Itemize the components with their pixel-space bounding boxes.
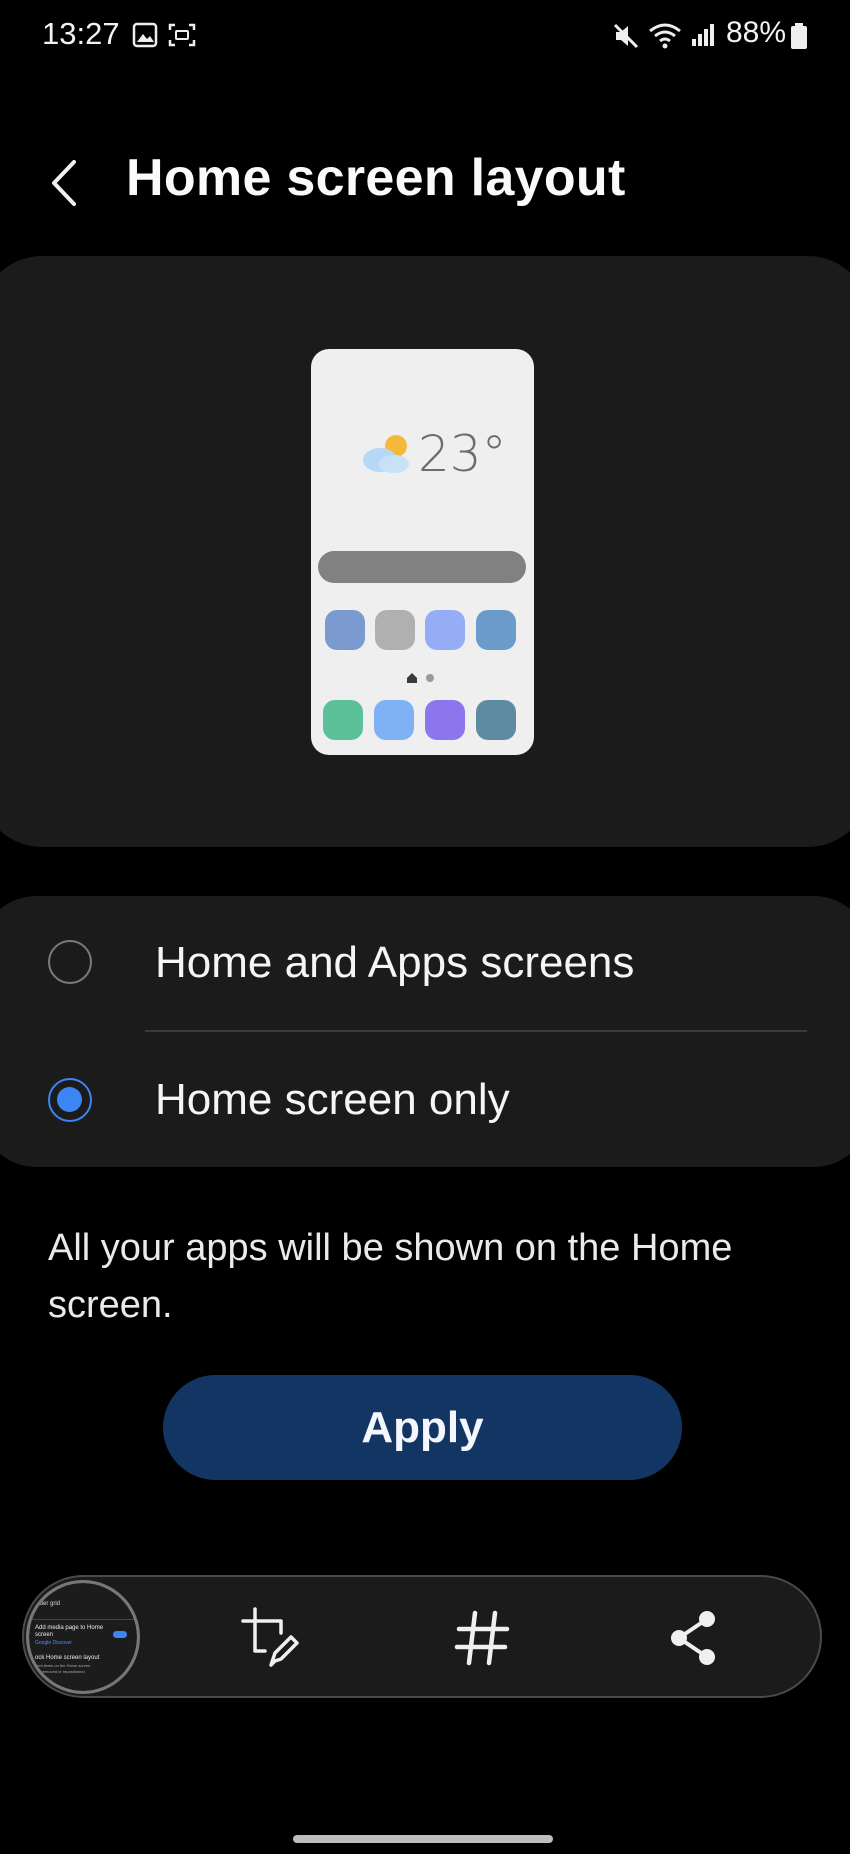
thumbnail-text: older grid bbox=[35, 1601, 61, 1607]
thumbnail-text: ing removed or repositioned. bbox=[35, 1669, 86, 1674]
share-icon bbox=[671, 1611, 715, 1665]
share-button[interactable] bbox=[663, 1607, 725, 1669]
dock-app-icon-preview bbox=[323, 700, 363, 740]
app-icon-preview bbox=[375, 610, 415, 650]
wifi-icon bbox=[649, 23, 681, 49]
back-button[interactable] bbox=[40, 150, 90, 216]
thumbnail-text: vent items on the Home screen bbox=[35, 1663, 91, 1668]
page-indicator bbox=[407, 673, 434, 683]
battery-icon bbox=[791, 23, 807, 49]
thumbnail-text: Google Discover bbox=[35, 1640, 72, 1646]
thumbnail-text: Add media page to Home screen bbox=[35, 1625, 104, 1638]
dock-app-icon-preview bbox=[425, 700, 465, 740]
signal-icon bbox=[692, 24, 714, 46]
screen-record-icon bbox=[168, 23, 196, 47]
weather-partly-cloudy-icon bbox=[363, 435, 409, 473]
dock-app-icon-preview bbox=[374, 700, 414, 740]
hashtag-icon bbox=[454, 1610, 510, 1666]
app-icon-preview bbox=[425, 610, 465, 650]
search-bar-preview bbox=[318, 551, 526, 583]
gallery-icon bbox=[132, 22, 158, 48]
crop-edit-button[interactable] bbox=[241, 1607, 303, 1669]
home-indicator[interactable] bbox=[293, 1835, 553, 1843]
radio-home-screen-only[interactable] bbox=[48, 1078, 92, 1122]
thumbnail-text: ock Home screen layout bbox=[35, 1655, 100, 1661]
apply-button[interactable]: Apply bbox=[163, 1375, 682, 1480]
battery-percent: 88% bbox=[726, 16, 787, 49]
radio-selected-dot bbox=[57, 1087, 82, 1112]
phone-preview: 23° bbox=[311, 349, 534, 755]
weather-temperature: 23° bbox=[418, 425, 507, 483]
status-time: 13:27 bbox=[42, 16, 120, 51]
option-home-and-apps-label[interactable]: Home and Apps screens bbox=[155, 938, 634, 988]
option-description: All your apps will be shown on the Home … bbox=[48, 1227, 733, 1326]
screenshot-thumbnail[interactable]: older grid Add media page to Home screen… bbox=[26, 1580, 140, 1694]
divider bbox=[145, 1030, 807, 1032]
radio-home-and-apps[interactable] bbox=[48, 940, 92, 984]
page-title: Home screen layout bbox=[126, 149, 626, 207]
chevron-left-icon bbox=[52, 160, 76, 206]
dock-app-icon-preview bbox=[476, 700, 516, 740]
hashtag-button[interactable] bbox=[451, 1607, 513, 1669]
app-icon-preview bbox=[476, 610, 516, 650]
app-icon-preview bbox=[325, 610, 365, 650]
home-page-icon bbox=[407, 673, 417, 683]
mute-icon bbox=[613, 23, 639, 49]
thumbnail-toggle bbox=[113, 1631, 127, 1638]
option-home-screen-only-label[interactable]: Home screen only bbox=[155, 1075, 510, 1125]
crop-edit-icon bbox=[241, 1607, 299, 1667]
